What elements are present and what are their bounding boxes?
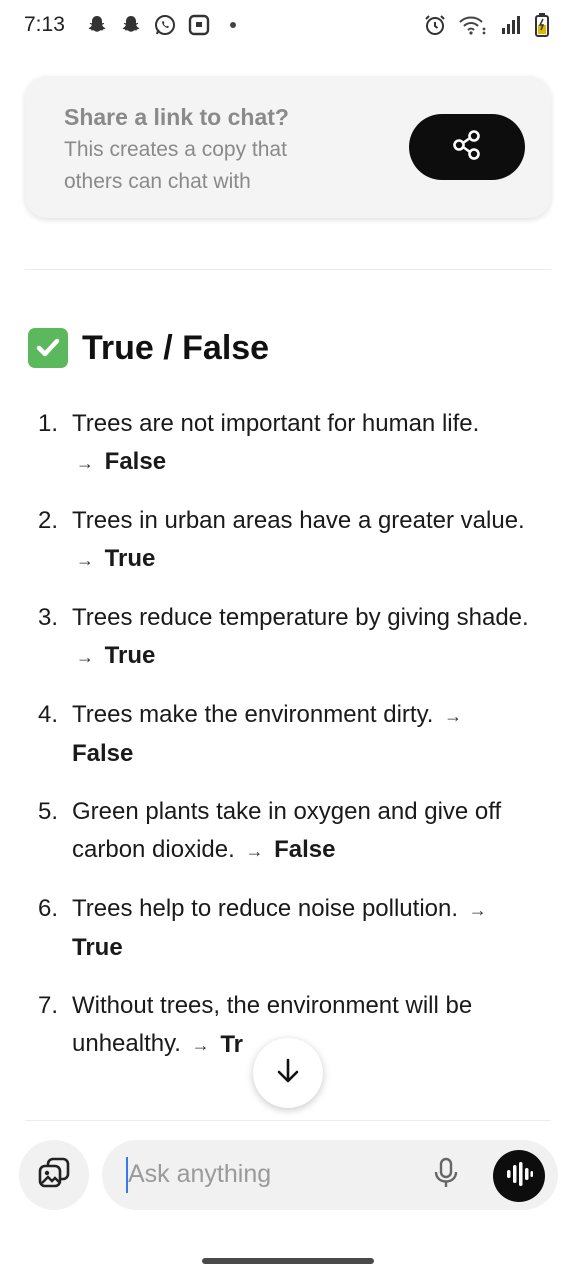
item-text: Trees are not important for human life. →… (72, 405, 550, 482)
voice-mode-icon (504, 1161, 534, 1192)
notification-icons (84, 12, 246, 38)
arrow-icon: → (468, 900, 487, 920)
item-text: Trees help to reduce noise pollution. → T… (72, 890, 550, 967)
share-card-description: This creates a copy that others can chat… (64, 138, 287, 193)
status-bar: 7:13 (0, 0, 576, 52)
item-answer: True (104, 545, 156, 572)
arrow-icon: → (76, 550, 94, 570)
system-icons (422, 12, 550, 38)
voice-mode-button[interactable] (493, 1150, 545, 1202)
snapchat-icon (118, 12, 144, 38)
wifi-icon (458, 12, 488, 38)
share-link-card: Share a link to chat? This creates a cop… (25, 76, 551, 218)
divider (25, 269, 551, 270)
item-number: 1. (38, 410, 59, 437)
arrow-icon: → (76, 453, 94, 473)
status-time: 7:13 (24, 13, 65, 36)
list-item: 2. Trees in urban areas have a greater v… (0, 502, 576, 579)
item-question: Trees are not important for human life. (72, 410, 480, 437)
list-item: 6. Trees help to reduce noise pollution.… (0, 890, 576, 967)
item-number: 7. (38, 992, 59, 1019)
item-text: Trees make the environment dirty. → False (72, 696, 550, 773)
item-text: Green plants take in oxygen and give off… (72, 793, 550, 870)
item-number: 5. (38, 798, 59, 825)
item-number: 3. (38, 604, 59, 631)
chat-screen: 7:13 Share a link to chat? This creates … (0, 0, 576, 1280)
share-card-title: Share a link to chat? (64, 104, 289, 130)
item-number: 4. (38, 701, 59, 728)
item-answer: False (72, 740, 134, 767)
item-question: Trees help to reduce noise pollution. (72, 895, 459, 922)
arrow-icon: → (444, 706, 463, 726)
true-false-list: 1. Trees are not important for human lif… (0, 405, 576, 1084)
app-notification-icon (186, 12, 212, 38)
signal-icon (498, 12, 524, 38)
item-answer: True (72, 934, 123, 961)
microphone-icon (432, 1157, 460, 1194)
arrow-icon: → (245, 841, 264, 861)
ask-input[interactable] (128, 1154, 408, 1194)
scroll-to-bottom-button[interactable] (253, 1038, 323, 1108)
item-question: Trees make the environment dirty. (72, 701, 434, 728)
alarm-icon (422, 12, 448, 38)
item-answer: Tr (220, 1031, 244, 1058)
share-button[interactable] (409, 114, 525, 180)
whatsapp-icon (152, 12, 178, 38)
home-indicator[interactable] (202, 1258, 374, 1264)
item-answer: False (274, 836, 336, 863)
list-item: 5. Green plants take in oxygen and give … (0, 793, 576, 870)
item-answer: False (104, 448, 167, 475)
check-mark-emoji-icon (28, 328, 68, 368)
battery-icon (534, 12, 550, 38)
attach-image-button[interactable] (19, 1140, 89, 1210)
item-text: Trees reduce temperature by giving shade… (72, 599, 550, 676)
share-icon (450, 128, 484, 167)
dictate-button[interactable] (428, 1157, 464, 1193)
section-heading: True / False (28, 328, 269, 368)
message-composer (102, 1140, 558, 1210)
item-number: 6. (38, 895, 59, 922)
image-attach-icon (36, 1155, 72, 1196)
list-item: 3. Trees reduce temperature by giving sh… (0, 599, 576, 676)
item-question: Trees in urban areas have a greater valu… (72, 507, 525, 534)
arrow-icon: → (191, 1035, 210, 1055)
arrow-icon: → (76, 647, 94, 667)
list-item: 4. Trees make the environment dirty. → Fa… (0, 696, 576, 773)
item-answer: True (104, 642, 156, 669)
item-text: Trees in urban areas have a greater valu… (72, 502, 550, 579)
section-title: True / False (82, 328, 270, 367)
snapchat-icon (84, 12, 110, 38)
arrow-down-icon (273, 1056, 303, 1091)
item-question: Trees reduce temperature by giving shade… (72, 604, 529, 631)
dot-icon (220, 12, 246, 38)
item-number: 2. (38, 507, 59, 534)
divider (25, 1120, 551, 1121)
list-item: 1. Trees are not important for human lif… (0, 405, 576, 482)
